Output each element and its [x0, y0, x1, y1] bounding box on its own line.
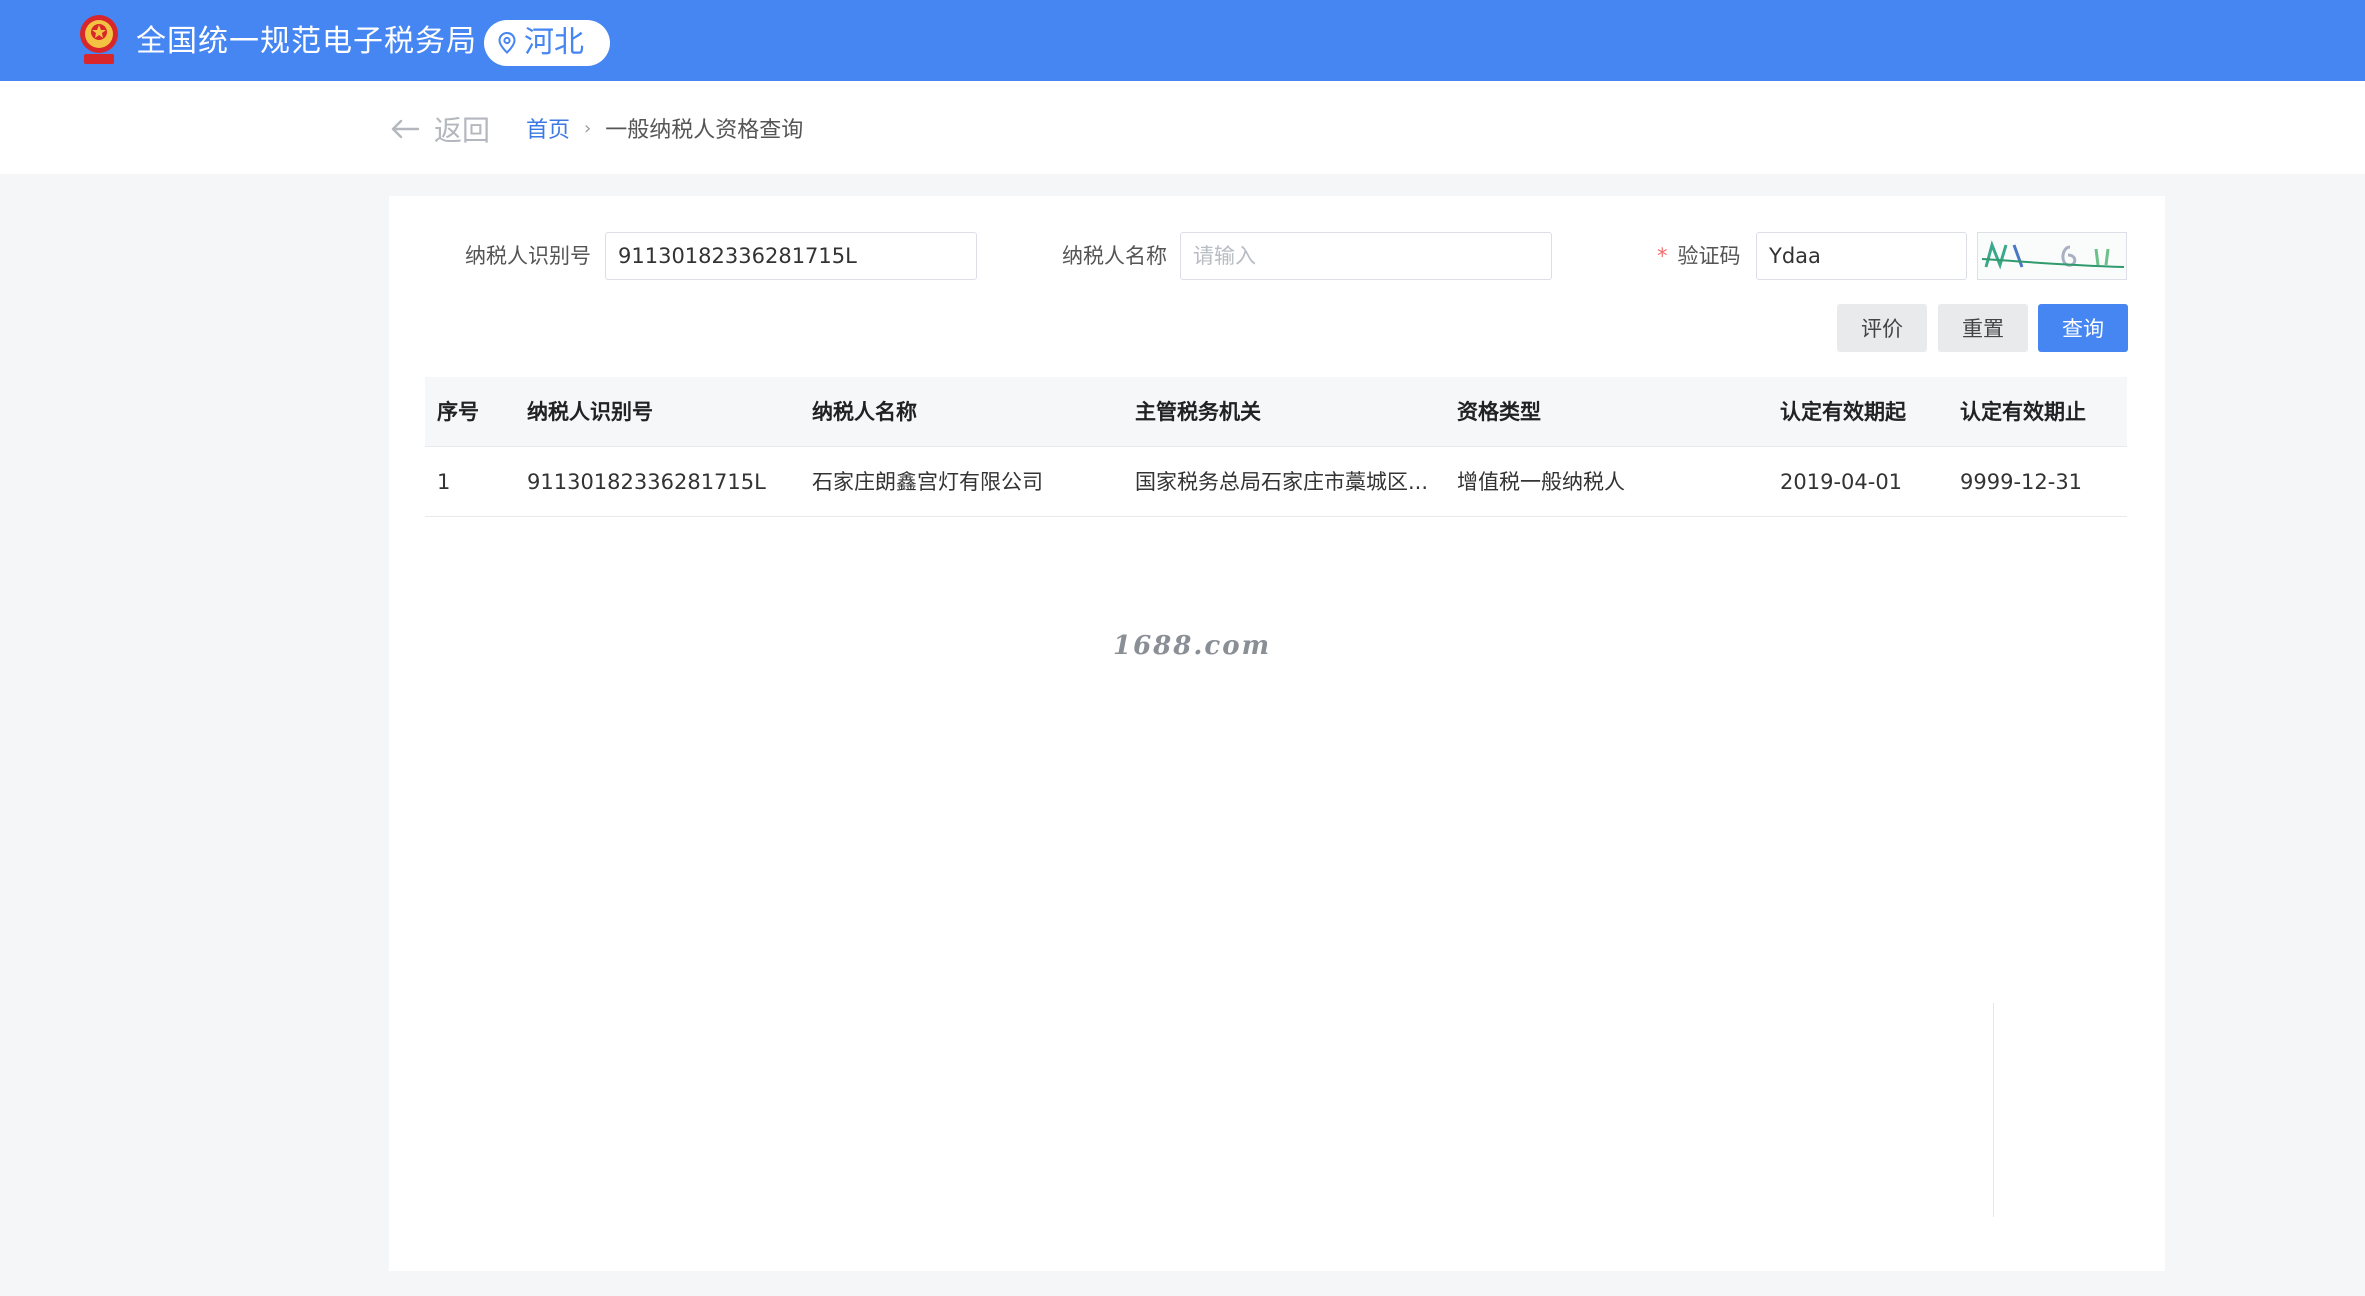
- column-header: 纳税人名称: [812, 400, 917, 424]
- column-header: 序号: [437, 400, 479, 424]
- table-cell-valid-to: 9999-12-31: [1960, 470, 2083, 494]
- region-label: 河北: [524, 25, 584, 60]
- column-header: 认定有效期起: [1780, 400, 1906, 424]
- table-cell-taxpayer-id: 91130182336281715L: [527, 470, 766, 494]
- table-cell-qualification-type: 增值税一般纳税人: [1457, 470, 1625, 494]
- site-title: 全国统一规范电子税务局: [136, 24, 477, 59]
- required-asterisk: *: [1657, 244, 1668, 268]
- captcha-label-group: * 验证码: [1657, 232, 1741, 280]
- table-header: 序号 纳税人识别号 纳税人名称 主管税务机关 资格类型 认定有效期起 认定有效期…: [425, 377, 2127, 447]
- location-pin-icon: [498, 32, 516, 54]
- taxpayer-name-input[interactable]: [1180, 232, 1552, 280]
- evaluate-button[interactable]: 评价: [1837, 304, 1927, 352]
- captcha-input[interactable]: [1756, 232, 1967, 280]
- query-button[interactable]: 查询: [2038, 304, 2128, 352]
- column-header: 认定有效期止: [1960, 400, 2086, 424]
- arrow-left-icon: [391, 119, 420, 139]
- top-header-bar: 全国统一规范电子税务局 河北: [0, 0, 2365, 81]
- results-table: 序号 纳税人识别号 纳税人名称 主管税务机关 资格类型 认定有效期起 认定有效期…: [425, 377, 2127, 517]
- taxpayer-id-label: 纳税人识别号: [465, 244, 591, 268]
- region-selector[interactable]: 河北: [484, 20, 610, 66]
- back-button[interactable]: 返回: [390, 109, 490, 149]
- taxpayer-name-label: 纳税人名称: [1062, 244, 1167, 268]
- table-cell-taxpayer-name: 石家庄朗鑫宫灯有限公司: [812, 470, 1043, 494]
- column-header: 资格类型: [1457, 400, 1541, 424]
- column-header: 纳税人识别号: [527, 400, 653, 424]
- watermark-text: 1688.com: [1113, 631, 1272, 661]
- table-row: 1 91130182336281715L 石家庄朗鑫宫灯有限公司 国家税务总局石…: [425, 447, 2127, 517]
- table-cell-tax-authority: 国家税务总局石家庄市藁城区...: [1135, 470, 1429, 494]
- table-cell-valid-from: 2019-04-01: [1780, 470, 1903, 494]
- divider-line: [1993, 1003, 1994, 1217]
- back-label: 返回: [434, 114, 491, 147]
- taxpayer-id-input[interactable]: [605, 232, 977, 280]
- chevron-right-icon: ›: [584, 117, 592, 139]
- query-panel: 纳税人识别号 纳税人名称 * 验证码 评价 重置 查询 序号 纳税人识别号 纳税人…: [389, 196, 2165, 1271]
- national-emblem-icon: [80, 15, 118, 64]
- captcha-label: 验证码: [1677, 244, 1741, 268]
- reset-button[interactable]: 重置: [1938, 304, 2028, 352]
- breadcrumb-current: 一般纳税人资格查询: [605, 118, 804, 143]
- breadcrumb-home-link[interactable]: 首页: [526, 112, 570, 144]
- breadcrumb: 首页 › 一般纳税人资格查询: [526, 112, 803, 144]
- breadcrumb-bar: 返回 首页 › 一般纳税人资格查询: [0, 81, 2365, 174]
- column-header: 主管税务机关: [1135, 400, 1261, 424]
- captcha-image-icon: [1981, 240, 2125, 270]
- table-cell-index: 1: [437, 470, 451, 494]
- captcha-image[interactable]: [1977, 232, 2127, 280]
